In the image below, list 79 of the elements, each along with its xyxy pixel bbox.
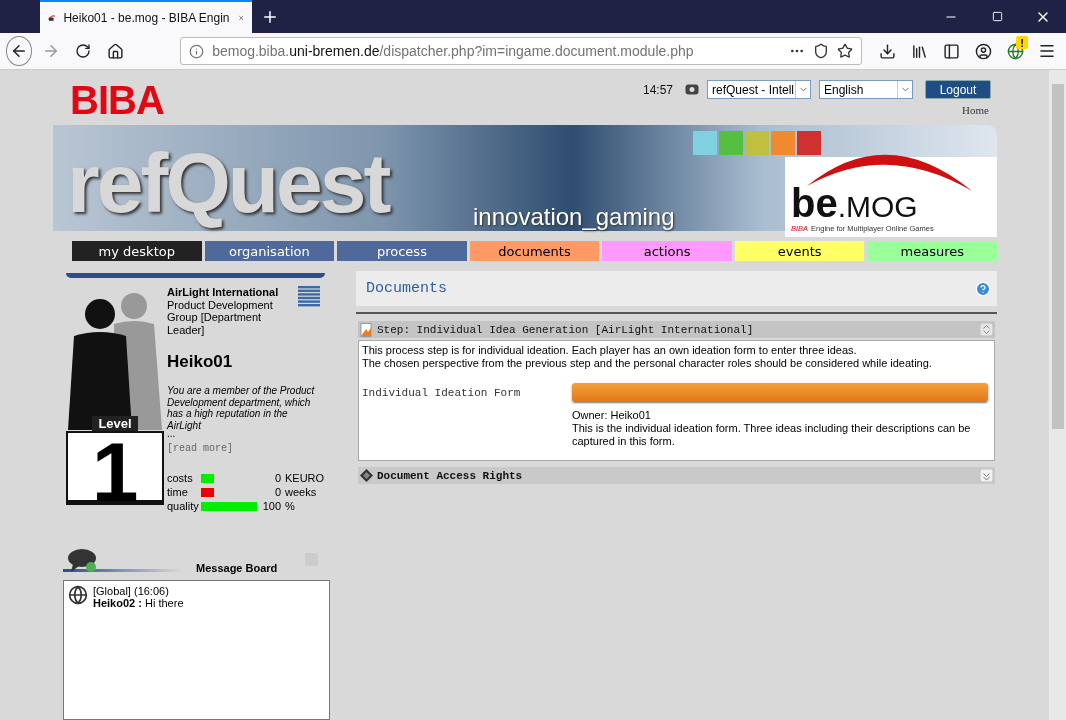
read-more-link[interactable]: [read more]: [167, 443, 330, 454]
stat-unit: KEURO: [285, 472, 326, 484]
nav-tab[interactable]: organisation: [204, 241, 335, 261]
banner-subtitle: innovation_gaming: [473, 203, 675, 232]
bookmark-star-icon[interactable]: [837, 43, 854, 59]
help-icon[interactable]: [975, 280, 991, 297]
message-channel: [Global] (16:06): [93, 585, 170, 597]
scrollbar[interactable]: [1049, 70, 1066, 720]
nav-tab[interactable]: my desktop: [72, 241, 202, 261]
download-icon[interactable]: [878, 42, 896, 60]
nav-tab[interactable]: events: [734, 241, 865, 261]
notification-badge: !: [1016, 36, 1028, 49]
browser-tab[interactable]: Heiko01 - be.mog - BIBA Engin: [40, 0, 252, 33]
panel-header[interactable]: Document Access Rights: [358, 467, 995, 484]
maximize-icon[interactable]: [991, 11, 1003, 22]
language-select[interactable]: English: [819, 80, 913, 99]
logout-button[interactable]: Logout: [925, 80, 991, 99]
form-description: This is the individual ideation form. Three ideas including their descriptions can be captured in this form.: [572, 422, 972, 448]
extension-button[interactable]: !: [1002, 36, 1028, 66]
stat-label: quality: [167, 500, 200, 512]
color-square: [797, 131, 821, 156]
message-board-title: Message Board: [196, 562, 278, 574]
brand-suffix: .MOG: [837, 190, 918, 225]
color-square: [719, 131, 743, 156]
nav-tab[interactable]: actions: [602, 241, 732, 261]
role-description: You are a member of the Product Development department, which has a high reputation in the AirLight: [167, 385, 315, 431]
brand-main: be: [791, 184, 838, 223]
player-name: Heiko01: [167, 352, 234, 372]
stat-value: 0: [273, 472, 282, 484]
collapse-icon[interactable]: [980, 323, 993, 336]
shield-icon[interactable]: [813, 43, 830, 59]
nav-tab[interactable]: documents: [469, 241, 600, 261]
tab-title: Heiko01 - be.mog - BIBA Engin: [63, 10, 230, 25]
film-icon: [685, 84, 699, 95]
color-square: [771, 131, 795, 156]
list-icon[interactable]: [298, 286, 320, 308]
info-icon[interactable]: [189, 43, 205, 59]
library-icon[interactable]: [910, 42, 928, 60]
nav-tab[interactable]: measures: [867, 241, 998, 261]
home-icon[interactable]: [106, 42, 124, 60]
chat-icon: [67, 548, 99, 574]
reload-icon[interactable]: [75, 43, 92, 59]
color-square: [745, 131, 769, 156]
color-square: [693, 131, 717, 156]
form-label: Individual Ideation Form: [362, 386, 522, 401]
menu-icon[interactable]: [1037, 42, 1056, 60]
stat-unit: %: [285, 500, 296, 512]
company-name: AirLight International: [167, 286, 279, 299]
account-icon[interactable]: [974, 42, 992, 60]
form-owner: Owner: Heiko01: [572, 409, 652, 422]
step-description: The chosen perspective from the previous step and the personal character roles should be considered while ideating.: [362, 357, 933, 370]
role-text: Product Development Group [Department Leader]: [167, 298, 274, 336]
clock-time: 14:57: [642, 82, 673, 97]
globe-icon: [68, 585, 88, 605]
ellipsis-text: ...: [167, 431, 176, 437]
home-link[interactable]: Home: [962, 104, 989, 116]
stat-value: 100: [261, 500, 282, 512]
biba-logo: BIBA: [70, 78, 164, 123]
globe-icon[interactable]: [1006, 42, 1024, 60]
documents-title: Documents: [366, 280, 447, 297]
panel-title: Step: Individual Idea Generation [AirLight International]: [377, 323, 755, 336]
game-select[interactable]: refQuest - Intell: [707, 80, 811, 99]
level-number: 1: [66, 431, 164, 505]
expand-icon[interactable]: [980, 469, 993, 482]
stat-label: costs: [167, 472, 194, 484]
stat-unit: weeks: [285, 486, 318, 498]
address-bar[interactable]: bemog.biba.uni-bremen.de/dispatcher.php?im=ingame.document.module.php: [180, 37, 863, 65]
panel-header[interactable]: Step: Individual Idea Generation [AirLight International]: [358, 321, 995, 338]
document-icon: [360, 322, 373, 337]
step-description: This process step is for individual ideation. Each player has an own ideation form to enter three ideas.: [362, 344, 858, 357]
url-text: bemog.biba.uni-bremen.de/dispatcher.php?im=ingame.document.module.php: [212, 43, 695, 59]
level-label: Level: [92, 416, 138, 431]
stat-value: 0: [273, 486, 282, 498]
diamond-icon: [360, 469, 373, 482]
nav-tab[interactable]: process: [337, 241, 467, 261]
message-text: Heiko02 : Hi there: [93, 597, 184, 609]
sidebar-icon[interactable]: [942, 42, 960, 60]
stat-label: time: [167, 486, 189, 498]
panel-title: Document Access Rights: [377, 469, 524, 482]
